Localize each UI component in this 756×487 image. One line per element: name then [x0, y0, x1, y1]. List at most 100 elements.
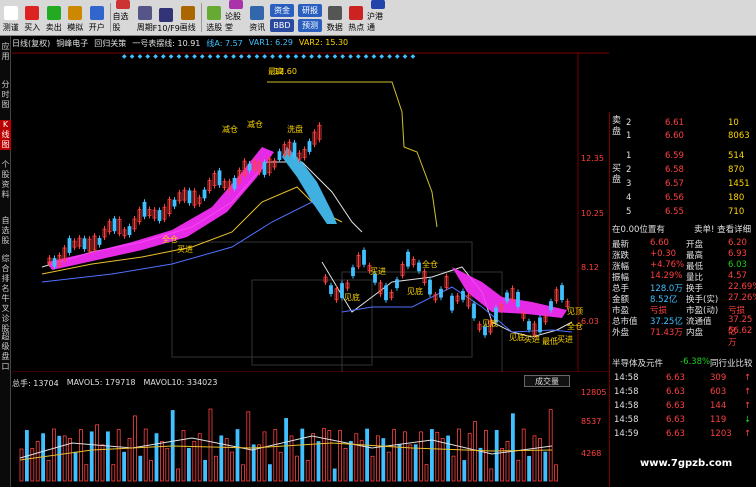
signal-marker: ◆ [216, 53, 221, 60]
chart-annotation: 见底 [344, 292, 360, 302]
tick-time: 14:59 [614, 429, 639, 439]
open-account-button[interactable]: 开户 [86, 0, 108, 35]
buy-button[interactable]: 买入 [22, 0, 44, 35]
sell-level: 2 6.61 10 [610, 118, 756, 129]
chart-annotation: 减仓 [222, 124, 238, 134]
news-button[interactable]: 资讯 [247, 0, 269, 35]
toolbar-label: 沪港通 [367, 12, 383, 32]
volume-indicator-button[interactable]: 成交量 [524, 375, 570, 387]
candle [417, 262, 421, 272]
price-tick: 12.35 [581, 154, 604, 163]
f10-button[interactable]: F10/F9 [153, 0, 180, 35]
signal-marker: ◆ [161, 53, 166, 60]
formula-name[interactable]: 回归关策 [94, 38, 126, 49]
connect-button[interactable]: 沪港通 [367, 0, 389, 35]
quote-value: +4.76% [650, 260, 685, 270]
tick-row: 14:59 6.63 1203 ↑ [610, 429, 756, 440]
signal-marker: ◆ [184, 53, 189, 60]
fund-box-button[interactable]: BBD [270, 18, 294, 32]
data-icon [327, 6, 342, 20]
toolbar-label: 自选股 [112, 12, 129, 32]
candle [172, 199, 177, 207]
hotspot-icon [349, 6, 364, 20]
research-box-button[interactable]: 研报 [298, 3, 322, 17]
volume-bar [203, 459, 208, 482]
quote-value: 6.03 [728, 260, 747, 270]
chart-annotation: 全仓 [162, 234, 178, 244]
sell-button[interactable]: 卖出 [43, 0, 65, 35]
toolbar-label: 买入 [24, 23, 41, 32]
chart-annotation: 减仓 [247, 119, 263, 129]
volume-tick: 4268 [581, 449, 602, 458]
chart-annotation: 买进 [370, 267, 386, 276]
data-button[interactable]: 数据 [324, 0, 346, 35]
hotspot-button[interactable]: 热点 [346, 0, 368, 35]
quote-row: 振幅 14.29% 量比 4.57 [610, 271, 756, 283]
candle [450, 295, 454, 311]
tick-time: 14:58 [614, 387, 639, 397]
quote-value: 6.20 [728, 238, 747, 248]
stock-name[interactable]: 铜峰电子 [56, 38, 88, 49]
sidebar-item[interactable]: 分时图 [0, 80, 11, 110]
sidebar-item[interactable]: 牛叉诊股 [0, 294, 11, 334]
view-detail-link[interactable]: 卖单! 查看详细 [694, 223, 751, 235]
forum-button[interactable]: 论股堂 [225, 0, 247, 35]
draw-line-icon [180, 6, 195, 20]
period-icon [137, 6, 152, 20]
candle [483, 326, 487, 336]
cursor-button[interactable]: 测谨 [0, 0, 22, 35]
buy-level: 3 6.57 1451 [610, 179, 756, 190]
signal-marker: ◆ [231, 53, 236, 60]
level-volume: 710 [728, 207, 745, 217]
sidebar-item[interactable]: 综合排名 [0, 254, 11, 294]
sidebar-item[interactable]: 个股资料 [0, 160, 11, 200]
signal-marker: ◆ [340, 53, 345, 60]
research-box-button[interactable]: 预测 [298, 18, 322, 32]
volume-bar [429, 429, 434, 482]
level-price: 6.55 [665, 207, 684, 217]
level-price: 6.56 [665, 193, 684, 203]
industry-compare-link[interactable]: 同行业比较 [710, 357, 753, 369]
arrow-up-icon: ↑ [744, 387, 752, 397]
quote-row: 外盘 71.43万 内盘 56.62万 [610, 326, 756, 348]
signal-marker: ◆ [177, 53, 182, 60]
volume-bar [494, 430, 499, 482]
tick-price: 6.63 [666, 401, 685, 411]
candle [428, 279, 432, 295]
sidebar-item[interactable]: K线图 [0, 120, 11, 150]
sidebar-item[interactable]: 应用 [0, 42, 11, 62]
sidebar-item[interactable]: 自选股 [0, 216, 11, 246]
connect-icon [370, 0, 385, 9]
signal-marker: ◆ [294, 53, 299, 60]
signal-marker: ◆ [192, 53, 197, 60]
toolbar-label: 资讯 [249, 23, 266, 32]
fund-box-button[interactable]: 资金 [270, 3, 294, 17]
signal-marker: ◆ [153, 53, 158, 60]
candle [127, 226, 132, 235]
forum-icon [228, 0, 243, 9]
watchlist-button[interactable]: 自选股 [113, 0, 135, 35]
signal-marker: ◆ [130, 53, 135, 60]
candle [538, 317, 542, 333]
volume-tick: 12805 [581, 388, 607, 397]
signal-marker: ◆ [138, 53, 143, 60]
signal-marker: ◆ [200, 53, 205, 60]
quote-value: 71.43万 [650, 328, 683, 338]
buy-level: 1 6.59 514 [610, 151, 756, 162]
stock-picker-button[interactable]: 选股 [204, 0, 226, 35]
quote-value: 22.69% [728, 282, 756, 292]
sidebar-item[interactable]: 超级盘口 [0, 332, 11, 372]
quote-row: 涨幅 +4.76% 最低 6.03 [610, 260, 756, 272]
kline-chart[interactable]: ◆ ◆ ◆ ◆ ◆ ◆ ◆ ◆ ◆ ◆ ◆ ◆ ◆ ◆ ◆ ◆ ◆ ◆ ◆ ◆ ◆ ◆ ◆ ◆ ◆ ◆ ◆ ◆ ◆ ◆ ◆ ◆ ◆ ◆ ◆ ◆ ◆ ◆最高… [12, 52, 609, 372]
f10-icon [159, 8, 174, 22]
candle [472, 303, 476, 319]
draw-line-button[interactable]: 画线 [177, 0, 199, 35]
quote-row: 总手128.0万换手22.69% [610, 282, 756, 294]
volume-chart[interactable] [12, 388, 572, 483]
signal-marker: ◆ [255, 53, 260, 60]
candle [439, 288, 443, 298]
tick-time: 14:58 [614, 415, 639, 425]
hammer-button[interactable]: 模拟 [65, 0, 87, 35]
signal-marker: ◆ [379, 53, 384, 60]
period-label[interactable]: 日线(复权) [12, 38, 50, 49]
